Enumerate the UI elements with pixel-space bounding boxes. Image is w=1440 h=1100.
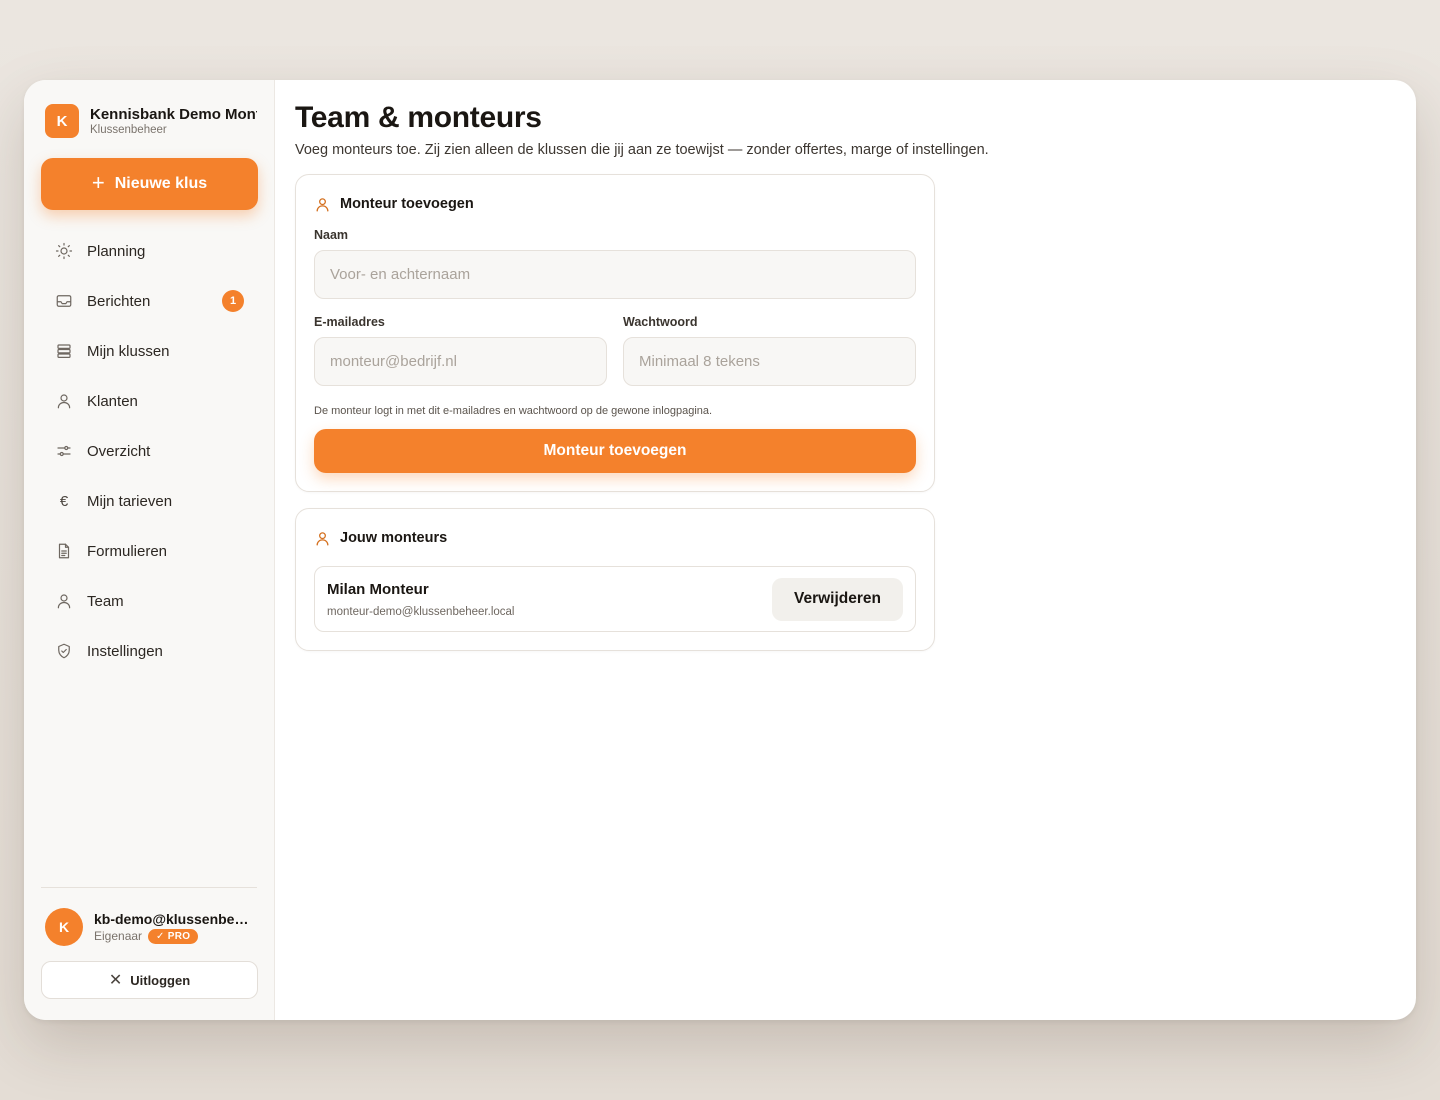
sidebar-item-planning[interactable]: Planning (41, 226, 257, 276)
sidebar-item-label: Planning (87, 242, 146, 260)
card-title: Jouw monteurs (340, 530, 448, 546)
name-input[interactable] (314, 250, 916, 299)
shield-check-icon (54, 641, 74, 661)
avatar: K (45, 908, 83, 946)
euro-icon: € (59, 492, 69, 510)
new-job-button[interactable]: + Nieuwe klus (41, 158, 258, 210)
unread-count-badge: 1 (222, 290, 244, 312)
sidebar-nav: Planning Berichten 1 Mijn klussen Klante… (41, 226, 257, 676)
app-window: K Kennisbank Demo Montage Klussenbeheer … (24, 80, 1416, 1020)
sidebar-item-berichten[interactable]: Berichten 1 (41, 276, 257, 326)
user-profile[interactable]: K kb-demo@klussenbeheer.local Eigenaar ✓… (41, 908, 257, 946)
document-icon (54, 541, 74, 561)
page-title: Team & monteurs (295, 101, 542, 134)
sidebar: K Kennisbank Demo Montage Klussenbeheer … (24, 80, 275, 1020)
sidebar-item-label: Klanten (87, 392, 138, 410)
password-label: Wachtwoord (623, 315, 698, 329)
mechanic-email: monteur-demo@klussenbeheer.local (327, 605, 515, 618)
name-label: Naam (314, 228, 349, 242)
user-icon (314, 196, 331, 213)
add-mechanic-card: Monteur toevoegen Naam E-mailadres Wacht… (295, 174, 935, 492)
brand-subtitle: Klussenbeheer (90, 123, 167, 136)
password-field[interactable] (623, 337, 916, 386)
sidebar-item-label: Formulieren (87, 542, 168, 560)
sidebar-item-label: Overzicht (87, 442, 151, 460)
inbox-icon (54, 291, 74, 311)
email-label: E-mailadres (314, 315, 385, 329)
add-mechanic-button[interactable]: Monteur toevoegen (314, 429, 916, 473)
sliders-icon (54, 441, 74, 461)
login-hint: De monteur logt in met dit e-mailadres e… (314, 405, 713, 417)
logout-label: Uitloggen (130, 972, 191, 988)
card-title: Monteur toevoegen (340, 196, 474, 212)
list-item: Milan Monteur monteur-demo@klussenbeheer… (314, 566, 916, 632)
sidebar-item-label: Team (87, 592, 124, 610)
user-icon (54, 391, 74, 411)
sidebar-item-mijn-klussen[interactable]: Mijn klussen (41, 326, 257, 376)
user-icon (54, 591, 74, 611)
user-email: kb-demo@klussenbeheer.local (94, 910, 254, 927)
logout-button[interactable]: ✕ Uitloggen (41, 961, 258, 999)
stack-icon (54, 341, 74, 361)
sidebar-item-overzicht[interactable]: Overzicht (41, 426, 257, 476)
sun-icon (54, 241, 74, 261)
pro-badge: ✓ PRO (148, 928, 199, 944)
sidebar-item-team[interactable]: Team (41, 576, 257, 626)
sidebar-item-klanten[interactable]: Klanten (41, 376, 257, 426)
sidebar-item-label: Berichten (87, 292, 151, 310)
user-icon (314, 530, 331, 547)
email-field[interactable] (314, 337, 607, 386)
page-subtitle: Voeg monteurs toe. Zij zien alleen de kl… (295, 142, 989, 158)
sidebar-item-instellingen[interactable]: Instellingen (41, 626, 257, 676)
sidebar-item-mijn-tarieven[interactable]: € Mijn tarieven (41, 476, 257, 526)
mechanics-list-card: Jouw monteurs Milan Monteur monteur-demo… (295, 508, 935, 651)
user-role: Eigenaar (94, 929, 143, 943)
remove-button[interactable]: Verwijderen (771, 577, 903, 621)
brand-name: Kennisbank Demo Montage (90, 105, 257, 123)
new-job-label: Nieuwe klus (114, 175, 208, 192)
main-content: Team & monteurs Voeg monteurs toe. Zij z… (275, 80, 1416, 1020)
sidebar-item-formulieren[interactable]: Formulieren (41, 526, 257, 576)
check-icon: ✓ (156, 930, 165, 942)
plus-icon: + (91, 170, 105, 195)
sidebar-item-label: Mijn tarieven (87, 492, 173, 510)
sidebar-footer: K kb-demo@klussenbeheer.local Eigenaar ✓… (41, 887, 258, 1020)
sidebar-item-label: Instellingen (87, 642, 163, 660)
close-icon: ✕ (108, 972, 123, 989)
brand-logo: K (45, 104, 79, 138)
mechanic-name: Milan Monteur (327, 580, 429, 598)
brand[interactable]: K Kennisbank Demo Montage Klussenbeheer (41, 104, 257, 138)
sidebar-item-label: Mijn klussen (87, 342, 170, 360)
